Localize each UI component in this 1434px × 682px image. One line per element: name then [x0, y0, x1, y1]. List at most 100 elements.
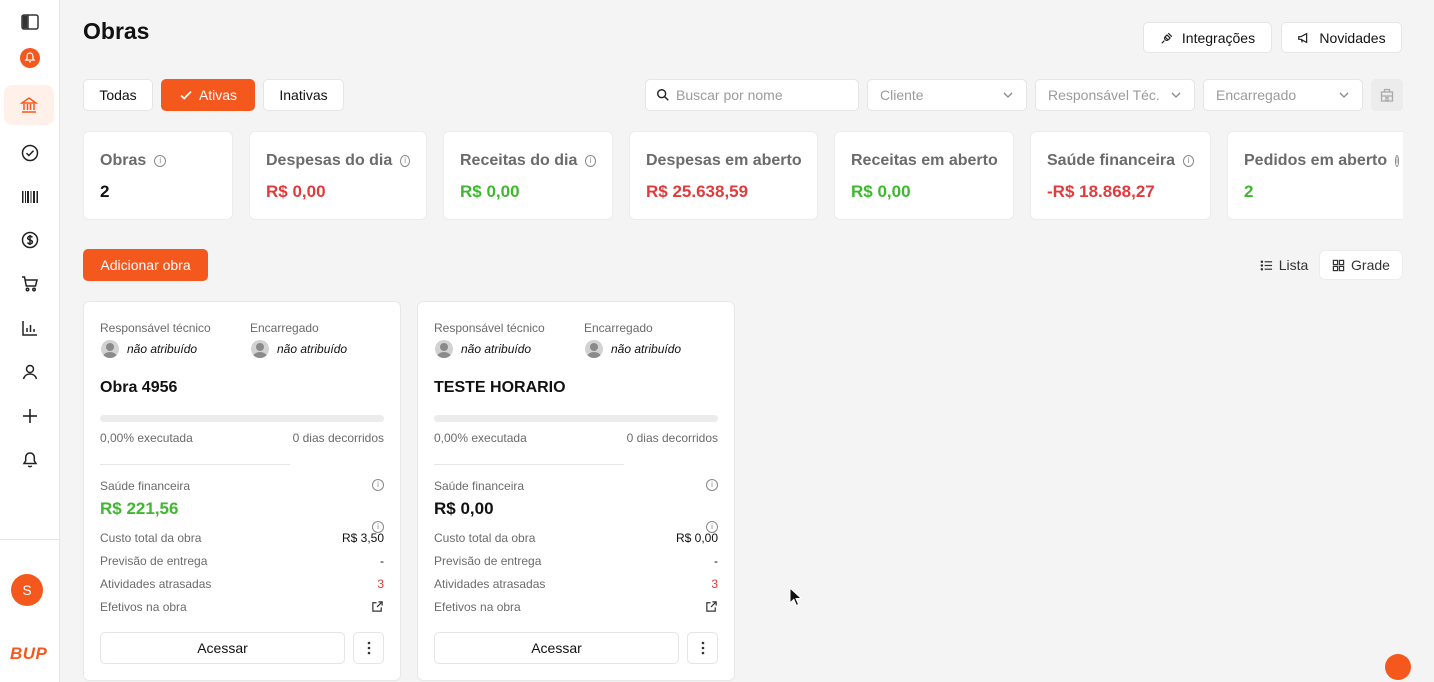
external-link-icon[interactable] [705, 600, 718, 613]
kpi-daily-revenue-label: Receitas do dia [460, 152, 578, 169]
more-options-button[interactable] [353, 632, 384, 664]
sidebar-toggle-icon[interactable] [8, 2, 52, 42]
delivery-label: Previsão de entrega [434, 554, 542, 568]
delivery-row: Previsão de entrega - [434, 554, 718, 568]
tab-inativas[interactable]: Inativas [263, 79, 344, 111]
view-grid-button[interactable]: Grade [1320, 251, 1402, 279]
health-value: R$ 221,56 [100, 499, 179, 518]
kpi-open-orders: Pedidos em aberto i 2 [1227, 131, 1403, 220]
user-avatar[interactable]: S [11, 574, 43, 606]
kpi-obras-value: 2 [100, 182, 110, 201]
notifications-alert-icon[interactable] [8, 38, 52, 78]
progress-bar [434, 415, 718, 422]
days-text: 0 dias decorridos [292, 431, 384, 445]
sidebar-item-notifications[interactable] [8, 440, 52, 480]
info-icon[interactable]: i [1395, 155, 1399, 167]
info-icon[interactable]: i [585, 155, 596, 167]
tech-role-label: Responsável técnico [100, 321, 211, 335]
tab-todas-label: Todas [99, 87, 137, 103]
info-icon[interactable]: i [372, 479, 384, 491]
tech-responsible-select[interactable]: Responsável Téc. [1035, 79, 1195, 111]
info-icon[interactable]: i [154, 155, 167, 167]
filter-building-button[interactable] [1371, 79, 1403, 111]
search-input[interactable] [676, 87, 856, 103]
obra-card: Responsável técnico Encarregado não atri… [83, 301, 401, 681]
sidebar-item-reports[interactable] [8, 308, 52, 348]
tech-select-value: Responsável Téc. [1048, 87, 1160, 103]
late-label: Atividades atrasadas [434, 577, 546, 591]
kpi-open-revenue-value: R$ 0,00 [851, 182, 911, 201]
sidebar-item-purchases[interactable] [8, 264, 52, 304]
sidebar-divider [0, 539, 60, 540]
foreman-role-label: Encarregado [250, 321, 319, 335]
kpi-financial-health-label: Saúde financeira [1047, 152, 1176, 169]
card-divider [100, 464, 290, 465]
user-placeholder-icon [585, 340, 603, 358]
help-chat-button[interactable] [1385, 654, 1411, 680]
info-icon[interactable]: i [1183, 155, 1194, 167]
kpi-financial-health: Saúde financeira i -R$ 18.868,27 [1030, 131, 1211, 220]
user-placeholder-icon [101, 340, 119, 358]
search-box[interactable] [645, 79, 859, 111]
more-options-button[interactable] [687, 632, 718, 664]
sidebar-item-add[interactable] [8, 396, 52, 436]
kpi-open-expenses-label: Despesas em aberto [646, 152, 802, 169]
tech-person: não atribuído [101, 340, 197, 358]
delivery-label: Previsão de entrega [100, 554, 208, 568]
client-select[interactable]: Cliente [867, 79, 1027, 111]
kpi-obras-label: Obras [100, 152, 147, 169]
sidebar-item-inventory[interactable] [8, 177, 52, 217]
kpi-open-revenue: Receitas em aberto R$ 0,00 [834, 131, 1014, 220]
tab-todas[interactable]: Todas [83, 79, 153, 111]
integrations-button[interactable]: Integrações [1143, 22, 1272, 53]
health-label: Saúde financeira [434, 479, 525, 493]
health-value: R$ 0,00 [434, 499, 494, 518]
plug-icon [1161, 32, 1173, 44]
total-cost-row: Custo total da obra R$ 3,50 [100, 531, 384, 545]
add-obra-button[interactable]: Adicionar obra [83, 249, 208, 281]
grid-icon [1332, 259, 1345, 271]
late-row: Atividades atrasadas 3 [434, 577, 718, 591]
days-text: 0 dias decorridos [626, 431, 718, 445]
kpi-open-expenses-value: R$ 25.638,59 [646, 182, 749, 201]
obra-name: TESTE HORARIO [434, 379, 566, 396]
tech-person-name: não atribuído [461, 342, 532, 356]
foreman-select[interactable]: Encarregado [1203, 79, 1363, 111]
foreman-person: não atribuído [251, 340, 347, 358]
bar-chart-icon [22, 321, 37, 336]
sidebar-item-users[interactable] [8, 352, 52, 392]
check-circle-icon [21, 144, 39, 162]
access-button[interactable]: Acessar [100, 632, 345, 664]
tab-ativas-label: Ativas [198, 87, 238, 103]
sidebar: S BUP [0, 0, 60, 682]
sidebar-item-finance[interactable] [8, 220, 52, 260]
integrations-label: Integrações [1181, 29, 1256, 46]
tech-person: não atribuído [435, 340, 531, 358]
late-label: Atividades atrasadas [100, 577, 212, 591]
external-link-icon[interactable] [371, 600, 384, 613]
tab-inativas-label: Inativas [279, 87, 328, 103]
obra-name: Obra 4956 [100, 379, 178, 396]
news-button[interactable]: Novidades [1281, 22, 1402, 53]
tech-person-name: não atribuído [127, 342, 198, 356]
check-icon [180, 90, 192, 100]
sidebar-item-tasks[interactable] [8, 133, 52, 173]
user-placeholder-icon [251, 340, 269, 358]
building-icon [1380, 88, 1394, 102]
client-select-value: Cliente [880, 87, 924, 103]
total-cost-label: Custo total da obra [434, 531, 536, 545]
total-cost-value: R$ 3,50 [341, 531, 384, 545]
info-icon[interactable]: i [706, 479, 718, 491]
tab-ativas[interactable]: Ativas [161, 79, 255, 111]
plus-icon [23, 409, 37, 423]
bell-icon [22, 452, 38, 468]
sidebar-item-obras[interactable] [4, 85, 54, 125]
dollar-circle-icon [21, 231, 39, 249]
view-list-button[interactable]: Lista [1252, 251, 1316, 279]
user-placeholder-icon [435, 340, 453, 358]
user-icon [22, 364, 38, 380]
info-icon[interactable]: i [400, 155, 410, 167]
kpi-daily-expenses-label: Despesas do dia [266, 152, 393, 169]
access-button[interactable]: Acessar [434, 632, 679, 664]
delivery-value: - [380, 554, 384, 568]
